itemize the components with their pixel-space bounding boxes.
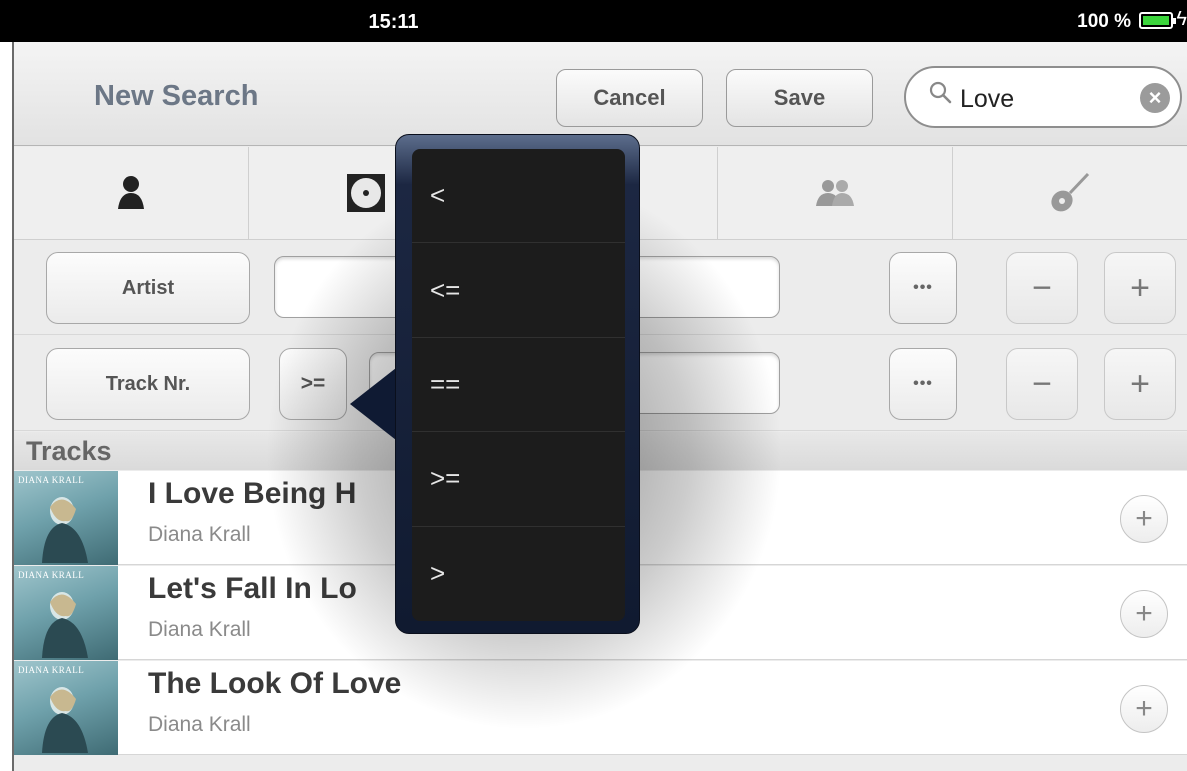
cover-figure [42,497,88,563]
cover-figure [42,592,88,658]
popover-arrow [350,368,396,440]
cover-figure [42,687,88,753]
album-cover: DIANA KRALL [14,661,118,755]
track-artist: Diana Krall [148,713,251,736]
guitar-icon [1051,172,1090,212]
album-cover-text: DIANA KRALL [18,475,85,485]
filter-operator-button[interactable]: >= [279,348,347,420]
add-filter-button[interactable]: + [1104,252,1176,324]
remove-filter-button[interactable]: − [1006,252,1078,324]
group-icon [816,180,855,206]
add-track-button[interactable]: + [1120,495,1168,543]
track-title: I Love Being H [148,477,357,510]
album-cover: DIANA KRALL [14,471,118,565]
add-track-button[interactable]: + [1120,685,1168,733]
filter-more-button[interactable]: ••• [889,252,957,324]
battery-icon [1139,12,1176,29]
tab-genre[interactable] [953,147,1187,239]
tab-group[interactable] [718,147,954,239]
album-cover-text: DIANA KRALL [18,570,85,580]
operator-list: < <= == >= > [412,149,625,621]
operator-option-equal[interactable]: == [412,338,625,433]
remove-filter-button[interactable]: − [1006,348,1078,420]
operator-option-less-equal[interactable]: <= [412,243,625,338]
status-bar: 15:11 100 % ϟ [0,0,1187,42]
search-panel: New Search Cancel Save Love × Artist •••… [14,42,1187,771]
search-icon [929,81,952,104]
section-title: Tracks [26,436,112,466]
operator-popover: < <= == >= > [395,134,640,634]
album-icon [346,174,385,212]
track-artist: Diana Krall [148,618,251,641]
operator-option-greater[interactable]: > [412,527,625,621]
search-field[interactable]: Love × [904,66,1182,128]
track-title: The Look Of Love [148,667,402,700]
clear-search-icon[interactable]: × [1140,83,1170,113]
filter-field-button[interactable]: Artist [46,252,250,324]
save-button[interactable]: Save [726,69,873,127]
operator-option-greater-equal[interactable]: >= [412,432,625,527]
track-row[interactable]: DIANA KRALL The Look Of Love Diana Krall… [14,661,1187,755]
charging-icon: ϟ [1176,8,1187,30]
cancel-button[interactable]: Cancel [556,69,703,127]
search-value: Love [960,85,1015,113]
album-cover-text: DIANA KRALL [18,665,85,675]
operator-option-less[interactable]: < [412,149,625,244]
filter-more-button[interactable]: ••• [889,348,957,420]
album-cover: DIANA KRALL [14,566,118,660]
filter-field-button[interactable]: Track Nr. [46,348,250,420]
page-title: New Search [94,80,259,112]
track-artist: Diana Krall [148,523,251,546]
add-track-button[interactable]: + [1120,590,1168,638]
add-filter-button[interactable]: + [1104,348,1176,420]
status-time: 15:11 [368,11,419,33]
track-title: Let's Fall In Lo [148,572,357,605]
navigation-bar: New Search Cancel Save Love × [14,42,1187,146]
tab-artist[interactable] [14,147,249,239]
person-icon [117,176,144,209]
battery-percentage: 100 % [1077,11,1131,32]
